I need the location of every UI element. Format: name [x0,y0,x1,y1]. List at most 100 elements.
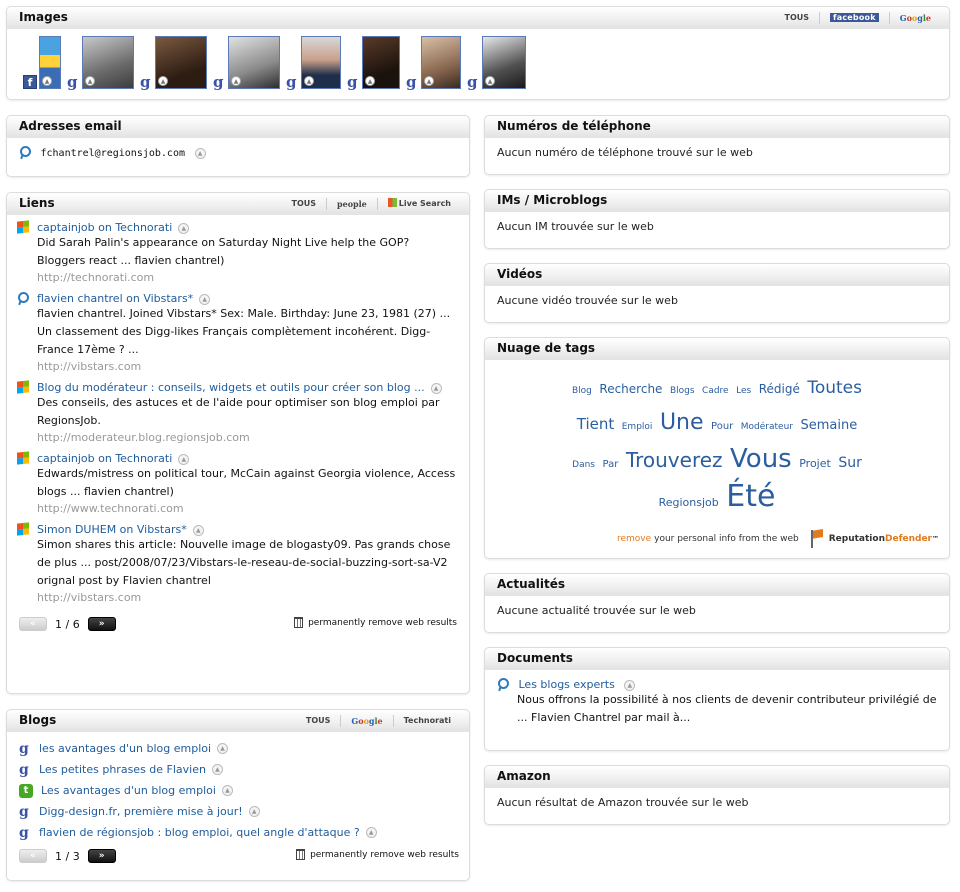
remove-link[interactable]: remove [617,534,651,544]
tag-link[interactable]: Été [726,479,775,514]
link-title[interactable]: Simon DUHEM on Vibstars* [37,523,187,536]
google-icon: g [19,761,29,778]
up-arrow-icon[interactable]: ▲ [485,76,495,86]
filter-technorati[interactable]: Technorati [392,715,461,727]
filter-all[interactable]: TOUS [775,12,820,24]
up-arrow-icon[interactable]: ▲ [199,294,211,305]
google-icon: g [406,73,417,91]
filter-all[interactable]: TOUS [296,715,341,727]
tag-link[interactable]: Toutes [807,378,862,398]
remove-web-results-link[interactable]: permanently remove web results [294,617,457,628]
up-arrow-icon[interactable]: ▲ [192,525,204,536]
filter-all[interactable]: TOUS [282,198,327,210]
emails-header: Adresses email [7,116,469,138]
up-arrow-icon[interactable]: ▲ [365,827,377,838]
google-icon: g [19,824,29,841]
link-url[interactable]: http://moderateur.blog.regionsjob.com [17,430,459,445]
tag-link[interactable]: Par [603,459,619,470]
tag-link[interactable]: Rédigé [759,382,800,396]
up-arrow-icon[interactable]: ▲ [178,454,190,465]
tag-link[interactable]: Trouverez [626,448,723,472]
email-address[interactable]: fchantrel@regionsjob.com [41,148,186,159]
tag-link[interactable]: Semaine [801,418,858,433]
tag-link[interactable]: Projet [799,457,831,470]
link-title[interactable]: Blog du modérateur : conseils, widgets e… [37,381,425,394]
up-arrow-icon[interactable]: ▲ [85,76,95,86]
link-url[interactable]: http://vibstars.com [17,590,459,605]
blog-title[interactable]: les avantages d'un blog emploi [39,742,211,755]
up-arrow-icon[interactable]: ▲ [304,76,314,86]
tag-link[interactable]: Recherche [599,382,662,396]
tag-link[interactable]: Emploi [622,422,653,432]
trash-icon [296,849,306,860]
tag-link[interactable]: Blogs [670,386,695,396]
profile-photo[interactable]: ▲ [228,36,280,89]
tag-link[interactable]: Cadre [702,386,729,396]
tag-link[interactable]: Vous [730,444,792,474]
image-thumb-item: g ▲ [209,36,280,90]
tag-link[interactable]: Regionsjob [659,496,719,509]
link-url[interactable]: http://technorati.com [17,270,459,285]
filter-google[interactable]: Google [888,12,941,24]
tag-link[interactable]: Les [736,386,751,396]
link-title[interactable]: captainjob on Technorati [37,221,172,234]
tag-link[interactable]: Sur [838,455,862,471]
profile-photo[interactable]: ▲ [82,36,134,89]
profile-photo[interactable]: ▲ [155,36,207,89]
blogs-pager: « 1 / 3 » permanently remove web results [19,847,459,865]
tag-link[interactable]: Pour [711,421,733,432]
up-arrow-icon[interactable]: ▲ [430,383,442,394]
up-arrow-icon[interactable]: ▲ [158,76,168,86]
tag-link[interactable]: Tient [577,415,615,433]
next-page-button[interactable]: » [87,617,116,631]
up-arrow-icon[interactable]: ▲ [217,743,229,754]
links-list: captainjob on Technorati ▲ Did Sarah Palin… [17,220,459,605]
profile-photo[interactable]: ▲ [301,36,341,89]
link-title[interactable]: flavien chantrel on Vibstars* [37,292,193,305]
filter-google[interactable]: Google [340,715,392,727]
document-title-link[interactable]: Les blogs experts [519,678,615,691]
filter-live-search[interactable]: Live Search [376,198,461,210]
remove-web-results-link[interactable]: permanently remove web results [296,849,459,860]
up-arrow-icon[interactable]: ▲ [211,764,223,775]
tag-link[interactable]: Dans [572,460,595,470]
profile-photo[interactable]: ▲ [39,36,61,89]
link-url[interactable]: http://www.technorati.com [17,501,459,516]
images-title: Images [19,10,68,24]
link-title[interactable]: captainjob on Technorati [37,452,172,465]
up-arrow-icon[interactable]: ▲ [178,223,190,234]
profile-photo[interactable]: ▲ [421,36,461,89]
prev-page-button[interactable]: « [19,617,47,631]
blog-title[interactable]: Les petites phrases de Flavien [39,763,206,776]
up-arrow-icon[interactable]: ▲ [424,76,434,86]
filter-people[interactable]: people [326,198,377,210]
filter-facebook[interactable]: facebook [819,12,889,24]
live-search-icon [387,198,397,207]
up-arrow-icon[interactable]: ▲ [365,76,375,86]
tag-link[interactable]: Modérateur [741,422,793,432]
up-arrow-icon[interactable]: ▲ [194,148,206,159]
profile-photo[interactable]: ▲ [482,36,526,89]
up-arrow-icon[interactable]: ▲ [248,806,260,817]
prev-page-button[interactable]: « [19,849,47,863]
links-panel: Liens TOUS people Live Search captainjob… [6,192,470,694]
reputation-defender-logo[interactable]: Reputation Defender ™ [807,528,939,550]
videos-message: Aucune vidéo trouvée sur le web [497,294,678,307]
tag-link[interactable]: Une [660,410,704,435]
links-pager: « 1 / 6 » permanently remove web results [19,615,459,633]
documents-panel: Documents Les blogs experts ▲ Nous offro… [484,647,950,751]
link-url[interactable]: http://vibstars.com [17,359,459,374]
phones-panel: Numéros de téléphone Aucun numéro de tél… [484,115,950,175]
up-arrow-icon[interactable]: ▲ [42,76,52,86]
blog-title[interactable]: Digg-design.fr, première mise à jour! [39,805,243,818]
blog-title[interactable]: Les avantages d'un blog emploi [41,784,216,797]
google-icon: g [286,73,297,91]
up-arrow-icon[interactable]: ▲ [221,785,233,796]
tag-cloud-row: Regionsjob Été [565,481,869,519]
profile-photo[interactable]: ▲ [362,36,400,89]
next-page-button[interactable]: » [87,849,116,863]
up-arrow-icon[interactable]: ▲ [624,680,636,691]
up-arrow-icon[interactable]: ▲ [231,76,241,86]
tag-link[interactable]: Blog [572,386,592,396]
blog-title[interactable]: flavien de régionsjob : blog emploi, que… [39,826,360,839]
